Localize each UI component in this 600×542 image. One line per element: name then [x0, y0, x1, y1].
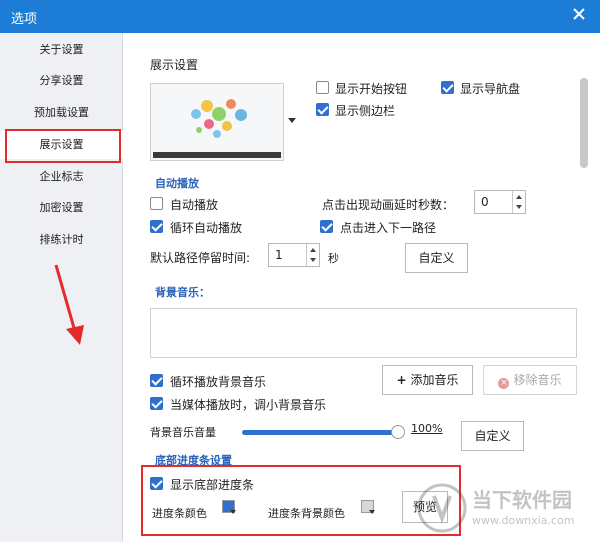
arrow-down-icon[interactable]	[516, 205, 522, 209]
sidebar-item-about[interactable]: 关于设置	[0, 36, 123, 64]
volume-label: 背景音乐音量	[150, 426, 216, 439]
sidebar: 关于设置 分享设置 预加载设置 展示设置 企业标志 加密设置 排练计时	[0, 33, 123, 542]
title-bar: 选项	[0, 0, 600, 33]
lower-music-checkbox[interactable]	[150, 397, 163, 410]
autoplay-section-title: 自动播放	[155, 177, 199, 190]
show-nav-panel-label: 显示导航盘	[460, 82, 521, 96]
click-next-path-checkbox[interactable]	[320, 220, 333, 233]
show-start-button-checkbox[interactable]	[316, 81, 329, 94]
add-music-label: 添加音乐	[410, 373, 459, 387]
seconds-unit: 秒	[328, 252, 339, 265]
show-sidebar-checkbox[interactable]	[316, 103, 329, 116]
sidebar-item-preload[interactable]: 预加载设置	[0, 99, 123, 127]
volume-slider-track[interactable]	[242, 430, 399, 435]
show-sidebar-label: 显示侧边栏	[335, 104, 396, 118]
sidebar-item-display[interactable]: 展示设置	[0, 129, 123, 163]
music-custom-button[interactable]: 自定义	[461, 421, 524, 451]
loop-music-label: 循环播放背景音乐	[170, 375, 267, 389]
sidebar-item-rehearse[interactable]: 排练计时	[0, 226, 123, 254]
arrow-down-icon[interactable]	[310, 258, 316, 262]
theme-dropdown-icon[interactable]	[288, 118, 296, 123]
theme-preview[interactable]	[150, 83, 284, 161]
loop-auto-play-checkbox[interactable]	[150, 220, 163, 233]
default-stay-stepper[interactable]: 1	[268, 243, 320, 267]
scrollbar-thumb[interactable]	[580, 78, 588, 168]
arrow-up-icon[interactable]	[310, 248, 316, 252]
default-stay-value: 1	[275, 248, 283, 262]
watermark-text: 当下软件园	[472, 488, 572, 512]
show-progress-label: 显示底部进度条	[170, 478, 255, 492]
volume-value: 100%	[411, 422, 443, 435]
watermark-url: www.downxia.com	[472, 514, 575, 527]
delay-stepper-arrows[interactable]	[512, 191, 525, 213]
close-icon[interactable]	[570, 5, 588, 23]
window-title: 选项	[11, 12, 38, 27]
arrow-up-icon[interactable]	[516, 195, 522, 199]
remove-icon: ×	[498, 378, 510, 389]
show-progress-checkbox[interactable]	[150, 477, 163, 490]
preview-bottom-bar	[153, 152, 281, 158]
add-music-button[interactable]: + 添加音乐	[382, 365, 473, 395]
show-start-button-label: 显示开始按钮	[335, 82, 408, 96]
delay-value: 0	[481, 195, 489, 209]
plus-icon: +	[396, 373, 407, 387]
sidebar-item-share[interactable]: 分享设置	[0, 67, 123, 95]
bar-color-dropdown-icon[interactable]	[230, 510, 236, 514]
auto-play-checkbox[interactable]	[150, 197, 163, 210]
bg-color-label: 进度条背景颜色	[268, 507, 345, 520]
default-stay-label: 默认路径停留时间:	[150, 251, 251, 265]
remove-music-button[interactable]: × 移除音乐	[483, 365, 577, 395]
preview-bubbles-icon	[191, 99, 247, 138]
music-section-title: 背景音乐：	[155, 286, 210, 299]
loop-auto-play-label: 循环自动播放	[170, 221, 243, 235]
watermark-logo-icon	[417, 483, 467, 533]
click-next-path-label: 点击进入下一路径	[340, 221, 437, 235]
bg-color-dropdown-icon[interactable]	[369, 510, 375, 514]
delay-label: 点击出现动画延时秒数：	[322, 198, 455, 212]
sidebar-item-encrypt[interactable]: 加密设置	[0, 194, 123, 222]
display-section-title: 展示设置	[150, 58, 199, 72]
remove-music-label: 移除音乐	[513, 373, 562, 387]
red-arrow-icon	[54, 264, 84, 345]
autoplay-custom-button[interactable]: 自定义	[405, 243, 468, 273]
default-stay-stepper-arrows[interactable]	[306, 244, 319, 266]
delay-stepper[interactable]: 0	[474, 190, 526, 214]
lower-music-label: 当媒体播放时，调小背景音乐	[170, 398, 327, 412]
auto-play-label: 自动播放	[170, 198, 219, 212]
watermark: 当下软件园 www.downxia.com	[414, 478, 594, 538]
loop-music-checkbox[interactable]	[150, 374, 163, 387]
sidebar-item-logo[interactable]: 企业标志	[0, 163, 123, 191]
music-list[interactable]	[150, 308, 577, 358]
bar-color-label: 进度条颜色	[152, 507, 207, 520]
volume-slider-knob[interactable]	[391, 425, 405, 439]
show-nav-panel-checkbox[interactable]	[441, 81, 454, 94]
